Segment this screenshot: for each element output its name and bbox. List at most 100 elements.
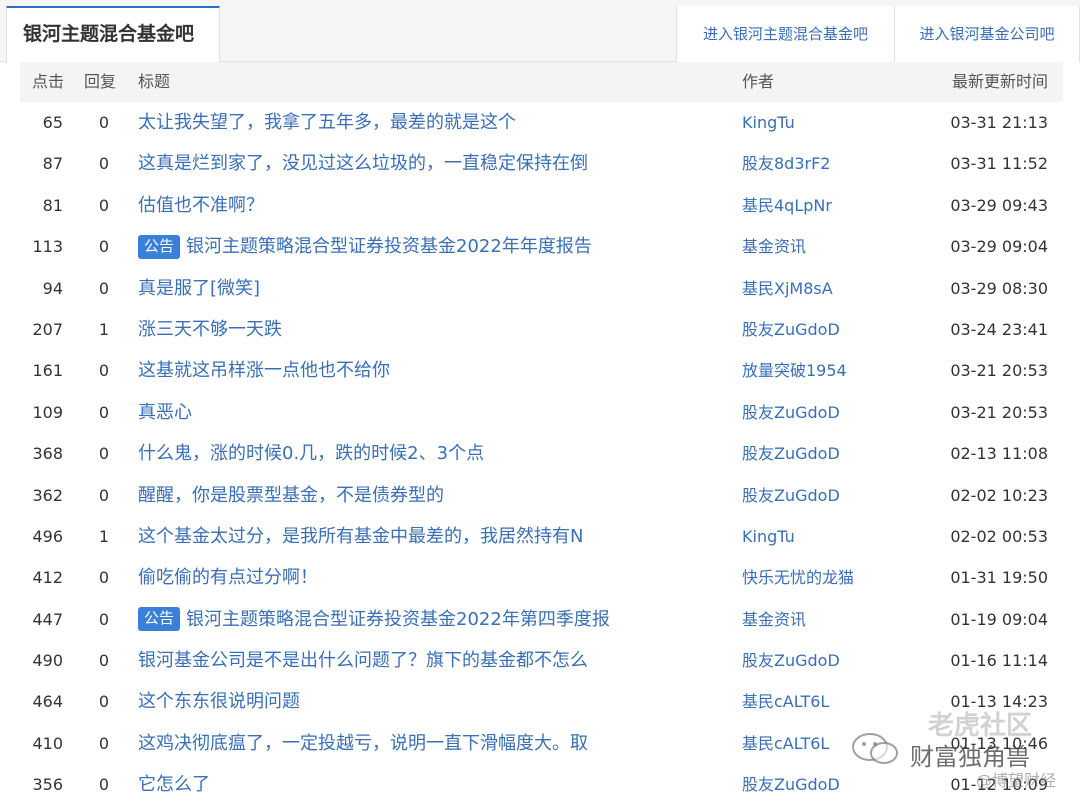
post-title-link[interactable]: 真是服了[微笑] xyxy=(138,268,260,309)
post-title-link[interactable]: 它怎么了 xyxy=(138,764,210,799)
post-title-cell[interactable]: 公告 银河主题策略混合型证券投资基金2022年年度报告 xyxy=(138,226,592,267)
author-link[interactable]: 股友ZuGdoD xyxy=(742,640,840,681)
author-link[interactable]: 股友ZuGdoD xyxy=(742,392,840,433)
author-link[interactable]: 股友ZuGdoD xyxy=(742,764,840,799)
post-title-link[interactable]: 这基就这吊样涨一点他也不给你 xyxy=(138,350,390,391)
post-title-link[interactable]: 偷吃偷的有点过分啊！ xyxy=(138,557,318,598)
enter-fund-forum-link[interactable]: 进入银河主题混合基金吧 xyxy=(676,6,894,62)
post-title-link[interactable]: 什么鬼，涨的时候0.几，跌的时候2、3个点 xyxy=(138,433,484,474)
reply-count: 0 xyxy=(98,278,110,298)
reply-count: 1 xyxy=(98,526,110,546)
author-link[interactable]: 股友ZuGdoD xyxy=(742,475,840,516)
post-title-cell[interactable]: 这真是烂到家了，没见过这么垃圾的，一直稳定保持在倒 xyxy=(138,143,588,184)
click-count: 496 xyxy=(32,526,63,546)
post-title-link[interactable]: 这鸡决彻底瘟了，一定投越亏，说明一直下滑幅度大。取 xyxy=(138,723,588,764)
updated-time: 01-12 10:09 xyxy=(950,775,1048,795)
post-title-link[interactable]: 这个基金太过分，是我所有基金中最差的，我居然持有N xyxy=(138,516,583,557)
reply-count: 0 xyxy=(98,195,110,215)
post-title-cell[interactable]: 这个基金太过分，是我所有基金中最差的，我居然持有N xyxy=(138,516,583,557)
enter-company-forum-link[interactable]: 进入银河基金公司吧 xyxy=(894,6,1080,62)
post-title-cell[interactable]: 估值也不准啊？ xyxy=(138,185,264,226)
click-count: 161 xyxy=(32,361,63,381)
click-count: 356 xyxy=(32,775,63,795)
post-title-cell[interactable]: 醒醒，你是股票型基金，不是债券型的 xyxy=(138,475,444,516)
author-link[interactable]: 股友8d3rF2 xyxy=(742,143,830,184)
table-row: 113 0 公告 银河主题策略混合型证券投资基金2022年年度报告 基金资讯 03-29 … xyxy=(20,226,1063,267)
reply-count: 1 xyxy=(98,319,110,339)
announcement-badge: 公告 xyxy=(138,607,181,632)
updated-time: 02-02 10:23 xyxy=(950,485,1048,505)
post-title-link[interactable]: 这个东东很说明问题 xyxy=(138,681,300,722)
post-title-cell[interactable]: 偷吃偷的有点过分啊！ xyxy=(138,557,318,598)
author-link[interactable]: 基民XjM8sA xyxy=(742,268,833,309)
table-row: 109 0 真恶心 股友ZuGdoD 03-21 20:53 xyxy=(20,392,1063,433)
author-link[interactable]: 基民cALT6L xyxy=(742,681,829,722)
post-title-cell[interactable]: 真恶心 xyxy=(138,392,192,433)
post-title-link[interactable]: 银河主题策略混合型证券投资基金2022年年度报告 xyxy=(186,226,592,267)
author-link[interactable]: 放量突破1954 xyxy=(742,350,847,391)
header-author: 作者 xyxy=(742,72,775,91)
post-title-cell[interactable]: 这鸡决彻底瘟了，一定投越亏，说明一直下滑幅度大。取 xyxy=(138,723,588,764)
tab-active-forum[interactable]: 银河主题混合基金吧 xyxy=(6,6,220,63)
post-title-link[interactable]: 真恶心 xyxy=(138,392,192,433)
reply-count: 0 xyxy=(98,485,110,505)
table-row: 464 0 这个东东很说明问题 基民cALT6L 01-13 14:23 xyxy=(20,681,1063,722)
click-count: 412 xyxy=(32,568,63,588)
author-link[interactable]: 基金资讯 xyxy=(742,599,806,640)
updated-time: 01-16 11:14 xyxy=(950,651,1048,671)
updated-time: 02-13 11:08 xyxy=(950,444,1048,464)
table-row: 410 0 这鸡决彻底瘟了，一定投越亏，说明一直下滑幅度大。取 基民cALT6L 01-… xyxy=(20,723,1063,764)
post-title-cell[interactable]: 真是服了[微笑] xyxy=(138,268,260,309)
author-link[interactable]: 基金资讯 xyxy=(742,226,806,267)
updated-time: 03-29 08:30 xyxy=(950,278,1048,298)
post-title-link[interactable]: 银河基金公司是不是出什么问题了？旗下的基金都不怎么 xyxy=(138,640,588,681)
header-updated: 最新更新时间 xyxy=(951,72,1048,91)
reply-count: 0 xyxy=(98,154,110,174)
updated-time: 01-19 09:04 xyxy=(950,609,1048,629)
table-header: 点击 回复 标题 作者 最新更新时间 xyxy=(20,62,1063,102)
click-count: 94 xyxy=(42,278,63,298)
announcement-badge: 公告 xyxy=(138,234,181,259)
table-row: 94 0 真是服了[微笑] 基民XjM8sA 03-29 08:30 xyxy=(20,268,1063,309)
table-row: 496 1 这个基金太过分，是我所有基金中最差的，我居然持有N KingTu 02-02… xyxy=(20,516,1063,557)
click-count: 113 xyxy=(32,237,63,257)
click-count: 368 xyxy=(32,444,63,464)
table-row: 207 1 涨三天不够一天跌 股友ZuGdoD 03-24 23:41 xyxy=(20,309,1063,350)
post-title-link[interactable]: 醒醒，你是股票型基金，不是债券型的 xyxy=(138,475,444,516)
updated-time: 01-31 19:50 xyxy=(950,568,1048,588)
header-title: 标题 xyxy=(138,72,171,91)
author-link[interactable]: 基民4qLpNr xyxy=(742,185,832,226)
author-link[interactable]: KingTu xyxy=(742,516,795,557)
post-title-cell[interactable]: 这基就这吊样涨一点他也不给你 xyxy=(138,350,390,391)
table-row: 65 0 太让我失望了，我拿了五年多，最差的就是这个 KingTu 03-31 21:1… xyxy=(20,102,1063,143)
click-count: 447 xyxy=(32,609,63,629)
author-link[interactable]: 股友ZuGdoD xyxy=(742,433,840,474)
post-title-cell[interactable]: 什么鬼，涨的时候0.几，跌的时候2、3个点 xyxy=(138,433,484,474)
author-link[interactable]: KingTu xyxy=(742,102,795,143)
post-list: 65 0 太让我失望了，我拿了五年多，最差的就是这个 KingTu 03-31 21:1… xyxy=(20,102,1063,799)
reply-count: 0 xyxy=(98,237,110,257)
post-title-cell[interactable]: 太让我失望了，我拿了五年多，最差的就是这个 xyxy=(138,102,516,143)
author-link[interactable]: 快乐无忧的龙猫 xyxy=(742,557,854,598)
post-title-cell[interactable]: 它怎么了 xyxy=(138,764,210,799)
post-title-link[interactable]: 银河主题策略混合型证券投资基金2022年第四季度报 xyxy=(186,599,610,640)
table-row: 412 0 偷吃偷的有点过分啊！ 快乐无忧的龙猫 01-31 19:50 xyxy=(20,557,1063,598)
reply-count: 0 xyxy=(98,651,110,671)
author-link[interactable]: 股友ZuGdoD xyxy=(742,309,840,350)
post-title-link[interactable]: 这真是烂到家了，没见过这么垃圾的，一直稳定保持在倒 xyxy=(138,143,588,184)
post-title-cell[interactable]: 涨三天不够一天跌 xyxy=(138,309,282,350)
post-title-link[interactable]: 估值也不准啊？ xyxy=(138,185,264,226)
post-title-cell[interactable]: 公告 银河主题策略混合型证券投资基金2022年第四季度报 xyxy=(138,599,610,640)
post-title-cell[interactable]: 银河基金公司是不是出什么问题了？旗下的基金都不怎么 xyxy=(138,640,588,681)
updated-time: 03-21 20:53 xyxy=(950,361,1048,381)
post-title-cell[interactable]: 这个东东很说明问题 xyxy=(138,681,300,722)
updated-time: 03-21 20:53 xyxy=(950,402,1048,422)
post-title-link[interactable]: 太让我失望了，我拿了五年多，最差的就是这个 xyxy=(138,102,516,143)
click-count: 362 xyxy=(32,485,63,505)
table-row: 447 0 公告 银河主题策略混合型证券投资基金2022年第四季度报 基金资讯 01-19… xyxy=(20,599,1063,640)
table-row: 362 0 醒醒，你是股票型基金，不是债券型的 股友ZuGdoD 02-02 10:23 xyxy=(20,475,1063,516)
author-link[interactable]: 基民cALT6L xyxy=(742,723,829,764)
post-title-link[interactable]: 涨三天不够一天跌 xyxy=(138,309,282,350)
header-replies: 回复 xyxy=(84,72,117,91)
updated-time: 01-13 10:46 xyxy=(950,733,1048,753)
